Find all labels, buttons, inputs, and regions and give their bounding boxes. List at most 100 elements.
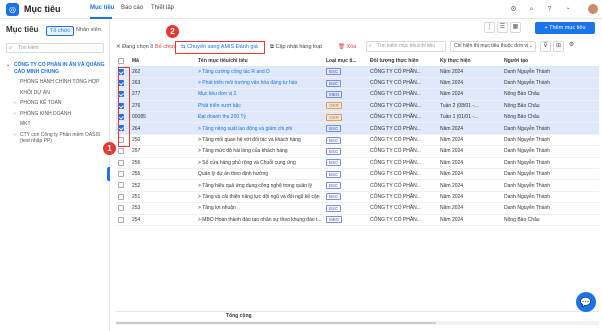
tree-label: CTY con Công ty Phần mềm OASIS (test nhậ… [20,131,101,145]
row-select-cell[interactable] [116,214,130,226]
row-select-cell[interactable] [116,191,130,204]
add-goal-button[interactable]: + Thêm mục tiêu [535,22,595,34]
header-object: Đối tượng thực hiện [368,57,438,67]
grid-view-icon[interactable]: ▦ [510,22,521,33]
search-icon[interactable]: ⌕ [527,5,536,14]
type-badge: BSC [326,136,342,144]
cell-type: OKR [324,100,368,113]
tree-item-khoi-du-an[interactable]: KHỐI DỰ ÁN [6,88,106,99]
tree-item-mkt[interactable]: MKT [6,119,106,130]
cell-creator: Danh Nguyễn Thành [502,134,599,147]
tree-item-kinh-doanh[interactable]: › PHÒNG KINH DOANH [6,109,106,120]
header-select-all[interactable] [116,57,130,67]
cell-name[interactable]: > Phát triển môi trường văn hóa đáng tự … [196,77,324,90]
table-row[interactable]: 253 > Tăng lợi nhuận BSC CÔNG TY CỔ PHẦN...… [116,202,599,215]
cell-name[interactable]: Đạt doanh thu 200 Tỷ [196,111,324,124]
table-row[interactable]: 276 Phát triển vượt bậc OKR CÔNG TY CỔ PHẦN… [116,100,599,113]
cell-name[interactable]: > Tăng năng suất lao động và giảm chi ph… [196,122,324,135]
cell-name[interactable]: Mục tiêu đơn vị 2 [196,88,324,101]
cell-name[interactable]: > Tăng mối quan hệ với đối tác và khách … [196,134,324,147]
cell-name[interactable]: > Tăng cường công tác R and D [196,66,324,78]
cell-object: CÔNG TY CỔ PHẦN... [368,168,438,181]
cell-object: CÔNG TY CỔ PHẦN... [368,145,438,158]
row-select-cell[interactable] [116,179,130,192]
tree-label: PHÒNG HÀNH CHÍNH TỔNG HỢP [20,79,100,85]
app-logo-icon[interactable]: ◎ [6,3,19,16]
help-icon[interactable]: ? [545,5,554,14]
cell-object: CÔNG TY CỔ PHẦN... [368,179,438,192]
tab-to-chuc[interactable]: Tổ chức [46,26,75,36]
table-row[interactable]: 256 > Số cửa hàng phủ rộng và Chuỗi cung … [116,157,599,170]
bell-icon[interactable]: ◔ [563,5,572,14]
export-icon[interactable]: ⊞ [553,41,564,52]
avatar[interactable] [587,3,599,15]
gear-icon[interactable]: ⚙ [566,41,577,52]
row-checkbox[interactable] [118,148,124,155]
row-select-cell[interactable] [116,168,130,181]
row-checkbox[interactable] [118,216,124,223]
settings-icon[interactable]: ⚙ [509,5,518,14]
table-row[interactable]: 00085 Đạt doanh thu 200 Tỷ OKR CÔNG TY CỔ P… [116,111,599,124]
cell-name[interactable]: > Số cửa hàng phủ rộng và Chuỗi cung ứng [196,157,324,170]
cell-name[interactable]: Quản lý dự án theo định hướng [196,168,324,181]
cell-object: CÔNG TY CỔ PHẦN... [368,66,438,78]
header-name: Tên mục tiêu/chỉ tiêu [196,57,324,67]
delete-button[interactable]: 🗑 Xóa [338,44,356,50]
list-view-icon[interactable]: ☰ [497,22,508,33]
tree-item-cty-con[interactable]: › CTY con Công ty Phần mềm OASIS (test nh… [6,130,106,147]
bulk-update-button[interactable]: ⧉ Cập nhật hàng loạt [270,44,322,51]
table-row[interactable]: 251 > Tăng và cải thiện năng lực đội ngũ … [116,191,599,204]
unit-filter-select[interactable]: Chỉ hiện thị mục tiêu thuộc đơn vị ⌄ [450,41,536,52]
table-footer-total: Tổng cộng [116,311,599,320]
table-row[interactable]: 254 > MBO Hoàn thành đào tạo nhân sự theo… [116,214,599,226]
cell-type: BSC [324,157,368,170]
table-row[interactable]: 263 > Phát triển môi trường văn hóa đáng … [116,77,599,90]
row-checkbox[interactable] [118,182,124,189]
row-checkbox[interactable] [118,205,124,212]
scrollbar-thumb[interactable] [116,322,436,324]
select-all-checkbox[interactable] [118,58,124,65]
table-row[interactable]: 264 > Tăng năng suất lao động và giảm chi… [116,122,599,135]
nav-thiet-lap[interactable]: Thiết lập [151,5,174,11]
sidebar-search-input[interactable]: ⌕ Tìm kiếm [6,43,104,53]
cell-code: 277 [130,88,196,101]
table-row[interactable]: 250 > Tăng mối quan hệ với đối tác và khá… [116,134,599,147]
nav-muc-tieu[interactable]: Mục tiêu [90,5,114,11]
cell-creator: Nông Bảo Châu [502,100,599,113]
cell-name[interactable]: > Tăng hiệu quả ứng dụng công nghệ trong… [196,179,324,192]
tree-view-icon[interactable]: ⋮ [484,22,495,33]
tree-item-hanh-chinh[interactable]: PHÒNG HÀNH CHÍNH TỔNG HỢP [6,77,106,88]
row-select-cell[interactable] [116,157,130,170]
table-row[interactable]: 262 > Tăng cường công tác R and D BSC CÔNG … [116,66,599,78]
row-checkbox[interactable] [118,193,124,200]
row-select-cell[interactable] [116,202,130,215]
goal-search-input[interactable]: ⌕ Tìm kiếm mục tiêu/chỉ tiêu [366,41,446,52]
table-row[interactable]: 277 Mục tiêu đơn vị 2 MBO CÔNG TY CỔ PHẦN..… [116,88,599,101]
tree-item-company[interactable]: ⌄ CÔNG TY CỔ PHẦN IN ẤN VÀ QUẢNG CÁO MINH… [6,60,106,77]
deselect-button[interactable]: Bỏ chọn [155,44,175,50]
row-checkbox[interactable] [118,159,124,166]
cell-type: MBO [324,214,368,226]
cell-name[interactable]: > MBO Hoàn thành đào tạo nhân sự theo kh… [196,214,324,226]
filter-icon[interactable]: ⊽ [540,41,551,52]
nav-bao-cao[interactable]: Báo cáo [121,5,143,11]
row-checkbox[interactable] [118,171,124,178]
table-row[interactable]: 257 > Tăng mức độ hài lòng của khách hàng… [116,145,599,158]
top-bar: ◎ Mục tiêu Mục tiêu Báo cáo Thiết lập ⚙ … [0,0,602,19]
type-badge: BSC [326,68,342,76]
table-row[interactable]: 252 > Tăng hiệu quả ứng dụng công nghệ tr… [116,179,599,192]
cell-code: 254 [130,214,196,226]
cell-type: BSC [324,77,368,90]
horizontal-scrollbar[interactable] [116,321,599,325]
cell-name[interactable]: > Tăng và cải thiện năng lực đội ngũ và … [196,191,324,204]
cell-name[interactable]: > Tăng lợi nhuận [196,202,324,215]
app-title: Mục tiêu [24,4,61,14]
cell-name[interactable]: > Tăng mức độ hài lòng của khách hàng [196,145,324,158]
table-row[interactable]: 255 Quản lý dự án theo định hướng BSC CÔNG … [116,168,599,181]
tree-item-ke-toan[interactable]: › PHÒNG KẾ TOÁN [6,98,106,109]
tab-nhan-vien[interactable]: Nhân viên [73,26,104,34]
row-select-cell[interactable] [116,145,130,158]
cell-code: 257 [130,145,196,158]
chat-bubble-icon[interactable]: 💬 [576,292,596,312]
cell-name[interactable]: Phát triển vượt bậc [196,100,324,113]
